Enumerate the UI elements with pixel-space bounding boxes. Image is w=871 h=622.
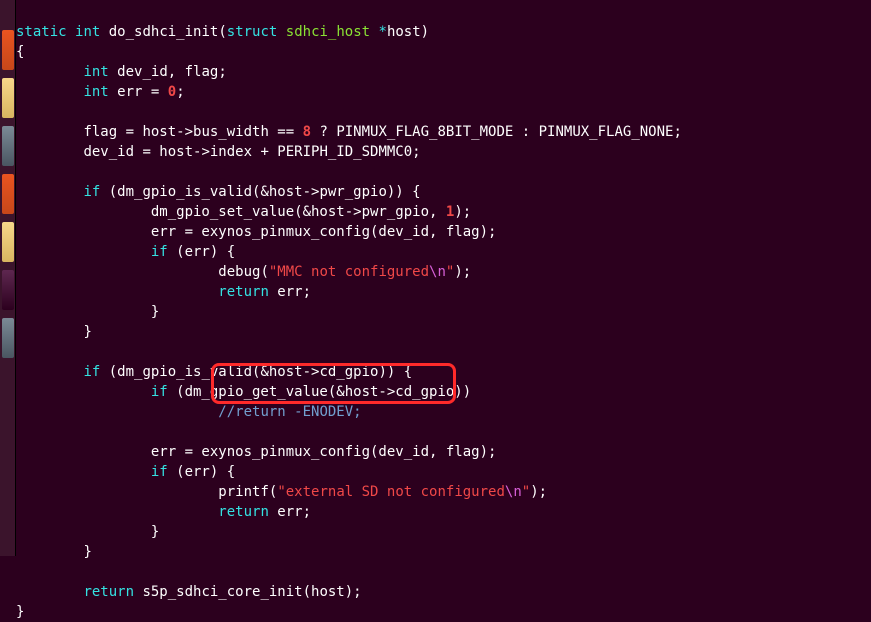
txt: dev_id = host->index + PERIPH_ID_SDMMC0; <box>83 144 420 160</box>
type: sdhci_host <box>286 24 370 40</box>
str: "external SD not configured <box>277 484 505 500</box>
esc: \n <box>429 264 446 280</box>
kw-int: int <box>75 24 100 40</box>
call: dm_gpio_set_value(&host->pwr_gpio, <box>151 204 446 220</box>
eq: = <box>142 84 167 100</box>
kw-if: if <box>151 244 168 260</box>
fn-name: do_sdhci_init <box>109 24 219 40</box>
txt: ? PINMUX_FLAG_8BIT_MODE : PINMUX_FLAG_NO… <box>311 124 682 140</box>
esc: \n <box>505 484 522 500</box>
ptr: * <box>379 24 387 40</box>
num: 8 <box>303 124 311 140</box>
kw-struct: struct <box>227 24 278 40</box>
kw-return: return <box>218 504 269 520</box>
cond: (dm_gpio_get_value(&host->cd_gpio)) <box>168 384 471 400</box>
txt: flag = host->bus_width == <box>83 124 302 140</box>
str: "MMC not configured <box>269 264 429 280</box>
launcher <box>0 0 16 556</box>
kw-int: int <box>83 64 108 80</box>
var: dev_id <box>117 64 168 80</box>
txt: err = exynos_pinmux_config(dev_id, flag)… <box>151 444 497 460</box>
brace: { <box>16 44 24 60</box>
kw-if: if <box>151 384 168 400</box>
txt: ); <box>454 204 471 220</box>
cond: (err) { <box>168 244 235 260</box>
comment: //return -ENODEV; <box>218 404 361 420</box>
brace: } <box>83 544 91 560</box>
fn-call: printf( <box>218 484 277 500</box>
kw-if: if <box>83 184 100 200</box>
txt: err; <box>269 504 311 520</box>
brace: } <box>151 524 159 540</box>
launcher-item[interactable] <box>2 126 14 166</box>
kw-int: int <box>83 84 108 100</box>
cond: (dm_gpio_is_valid(&host->pwr_gpio)) { <box>100 184 420 200</box>
str: " <box>522 484 530 500</box>
txt: err; <box>269 284 311 300</box>
txt: ); <box>530 484 547 500</box>
kw-return: return <box>83 584 134 600</box>
kw-return: return <box>218 284 269 300</box>
var: flag <box>185 64 219 80</box>
cond: (dm_gpio_is_valid(&host->cd_gpio)) { <box>100 364 412 380</box>
kw-static: static <box>16 24 67 40</box>
launcher-item[interactable] <box>2 318 14 358</box>
brace: } <box>16 604 24 620</box>
txt: ); <box>454 264 471 280</box>
launcher-item[interactable] <box>2 78 14 118</box>
param: host <box>387 24 421 40</box>
var: err <box>117 84 142 100</box>
brace: } <box>83 324 91 340</box>
brace: } <box>151 304 159 320</box>
kw-if: if <box>151 464 168 480</box>
txt: s5p_sdhci_core_init(host); <box>134 584 362 600</box>
txt: err = exynos_pinmux_config(dev_id, flag)… <box>151 224 497 240</box>
num: 0 <box>168 84 176 100</box>
launcher-item[interactable] <box>2 30 14 70</box>
fn-call: debug( <box>218 264 269 280</box>
cond: (err) { <box>168 464 235 480</box>
launcher-item[interactable] <box>2 270 14 310</box>
launcher-item[interactable] <box>2 222 14 262</box>
kw-if: if <box>83 364 100 380</box>
code-editor[interactable]: static int do_sdhci_init(struct sdhci_ho… <box>16 0 871 556</box>
launcher-item[interactable] <box>2 174 14 214</box>
